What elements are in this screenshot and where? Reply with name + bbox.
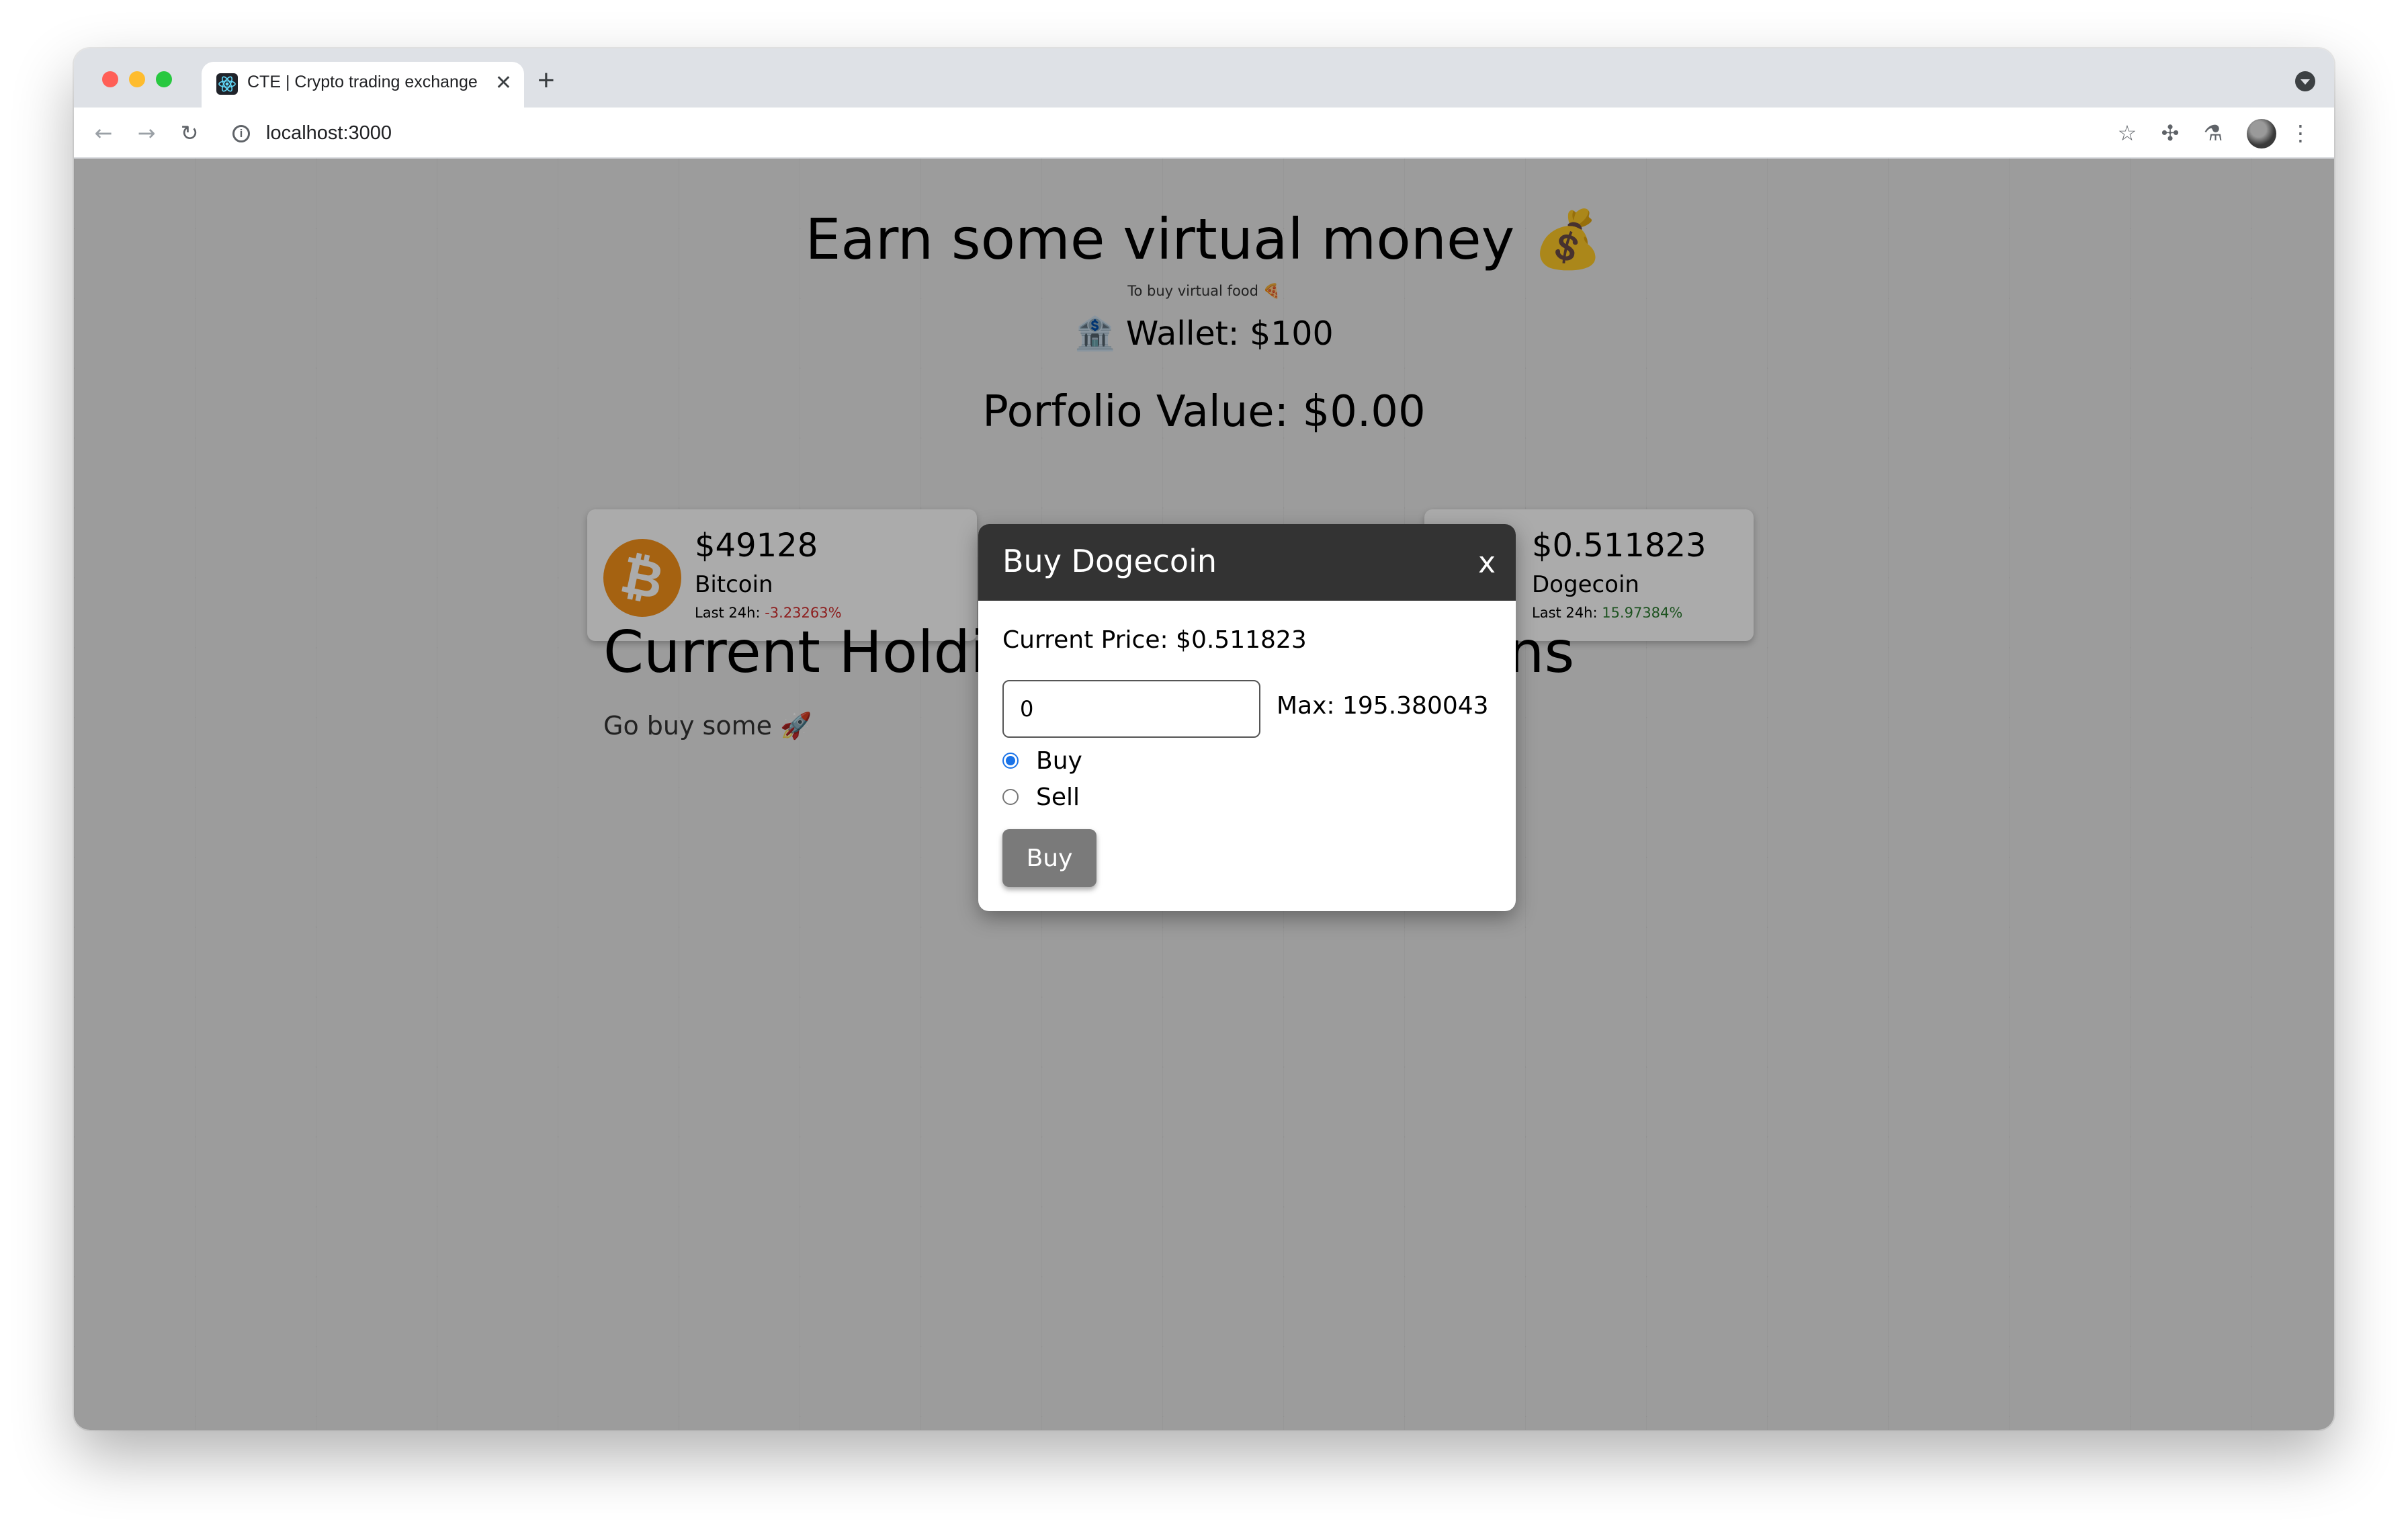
modal-title: Buy Dogecoin bbox=[1002, 543, 1217, 579]
address-bar[interactable]: localhost:3000 bbox=[266, 121, 392, 145]
close-window-button[interactable] bbox=[102, 71, 118, 87]
radio-buy-control[interactable] bbox=[1002, 753, 1019, 769]
radio-buy[interactable]: Buy bbox=[1002, 746, 1082, 775]
modal-close-button[interactable]: x bbox=[1478, 546, 1496, 580]
reload-icon[interactable]: ↻ bbox=[175, 118, 204, 148]
tab-strip: CTE | Crypto trading exchange ✕ + bbox=[74, 48, 2334, 108]
site-info-icon[interactable]: i bbox=[232, 125, 250, 142]
maximize-window-button[interactable] bbox=[156, 71, 172, 87]
labs-flask-icon[interactable]: ⚗ bbox=[2198, 118, 2228, 148]
tab-title: CTE | Crypto trading exchange bbox=[247, 73, 478, 91]
profile-avatar[interactable] bbox=[2247, 119, 2276, 148]
minimize-window-button[interactable] bbox=[129, 71, 145, 87]
extensions-puzzle-icon[interactable]: ✣ bbox=[2155, 118, 2185, 148]
radio-sell[interactable]: Sell bbox=[1002, 782, 1080, 812]
radio-sell-label: Sell bbox=[1036, 783, 1080, 811]
buy-modal: Buy Dogecoin x Current Price: $0.511823 … bbox=[978, 524, 1516, 911]
react-icon bbox=[216, 73, 238, 95]
bookmark-star-icon[interactable]: ☆ bbox=[2112, 118, 2142, 148]
app-page: Earn some virtual money 💰 To buy virtual… bbox=[74, 159, 2334, 1430]
modal-header: Buy Dogecoin x bbox=[978, 524, 1516, 601]
radio-sell-control[interactable] bbox=[1002, 789, 1019, 805]
back-arrow-icon[interactable]: ← bbox=[89, 118, 118, 148]
new-tab-button[interactable]: + bbox=[538, 66, 555, 95]
browser-window: CTE | Crypto trading exchange ✕ + ← → ↻ … bbox=[74, 48, 2334, 1430]
browser-tab[interactable]: CTE | Crypto trading exchange ✕ bbox=[202, 62, 524, 108]
menu-dots-icon[interactable]: ⋮ bbox=[2286, 118, 2315, 148]
browser-toolbar: ← → ↻ i localhost:3000 ☆ ✣ ⚗ ⋮ bbox=[74, 108, 2334, 159]
max-quantity: Max: 195.380043 bbox=[1277, 692, 1489, 720]
current-price: Current Price: $0.511823 bbox=[1002, 626, 1307, 654]
radio-buy-label: Buy bbox=[1036, 747, 1082, 775]
quantity-input[interactable] bbox=[1002, 680, 1260, 738]
close-tab-icon[interactable]: ✕ bbox=[495, 71, 512, 95]
tab-search-icon[interactable] bbox=[2295, 71, 2315, 91]
submit-buy-button[interactable]: Buy bbox=[1002, 829, 1096, 887]
forward-arrow-icon[interactable]: → bbox=[132, 118, 161, 148]
